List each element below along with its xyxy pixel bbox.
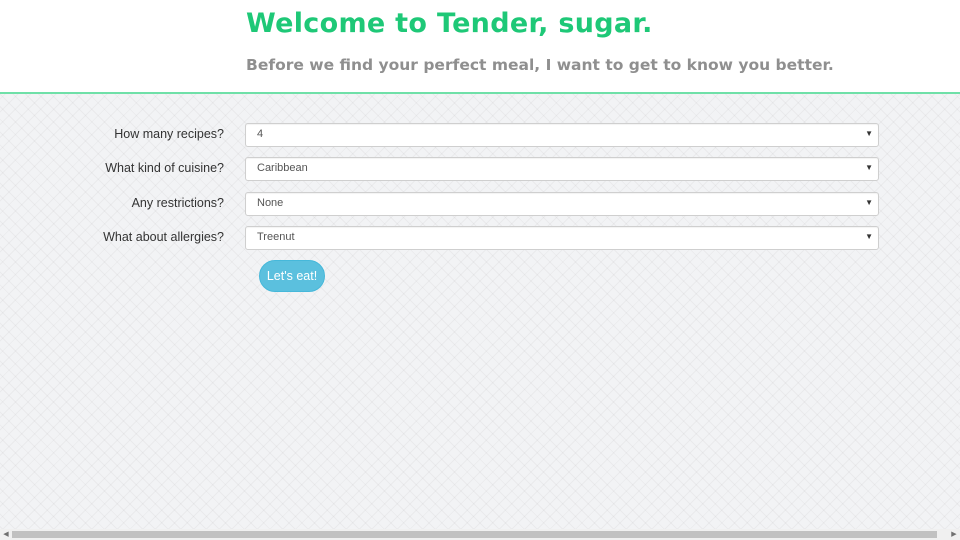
scroll-right-icon[interactable]: ▶ [948, 529, 960, 540]
caret-down-icon: ▼ [865, 129, 873, 138]
allergies-label: What about allergies? [103, 230, 224, 244]
recipes-count-label: How many recipes? [114, 127, 224, 141]
restrictions-row: Any restrictions? None ▼ [0, 192, 960, 216]
restrictions-select[interactable]: None ▼ [245, 192, 879, 216]
recipes-count-row: How many recipes? 4 ▼ [0, 123, 960, 147]
allergies-row: What about allergies? Treenut ▼ [0, 226, 960, 250]
cuisine-value: Caribbean [257, 162, 308, 174]
cuisine-row: What kind of cuisine? Caribbean ▼ [0, 157, 960, 181]
page-header: Welcome to Tender, sugar. Before we find… [0, 0, 960, 94]
horizontal-scrollbar[interactable]: ◀ ▶ [0, 529, 960, 540]
restrictions-value: None [257, 197, 284, 209]
page-subtitle: Before we find your perfect meal, I want… [246, 56, 834, 74]
recipes-count-value: 4 [257, 128, 264, 140]
recipes-count-select[interactable]: 4 ▼ [245, 123, 879, 147]
caret-down-icon: ▼ [865, 163, 873, 172]
page-title: Welcome to Tender, sugar. [246, 8, 653, 39]
restrictions-label: Any restrictions? [131, 196, 224, 210]
lets-eat-button[interactable]: Let's eat! [259, 260, 325, 292]
caret-down-icon: ▼ [865, 232, 873, 241]
cuisine-label: What kind of cuisine? [105, 161, 224, 175]
allergies-value: Treenut [257, 231, 295, 243]
cuisine-select[interactable]: Caribbean ▼ [245, 157, 879, 181]
caret-down-icon: ▼ [865, 198, 873, 207]
scrollbar-thumb[interactable] [12, 531, 937, 538]
scroll-left-icon[interactable]: ◀ [0, 529, 12, 540]
allergies-select[interactable]: Treenut ▼ [245, 226, 879, 250]
